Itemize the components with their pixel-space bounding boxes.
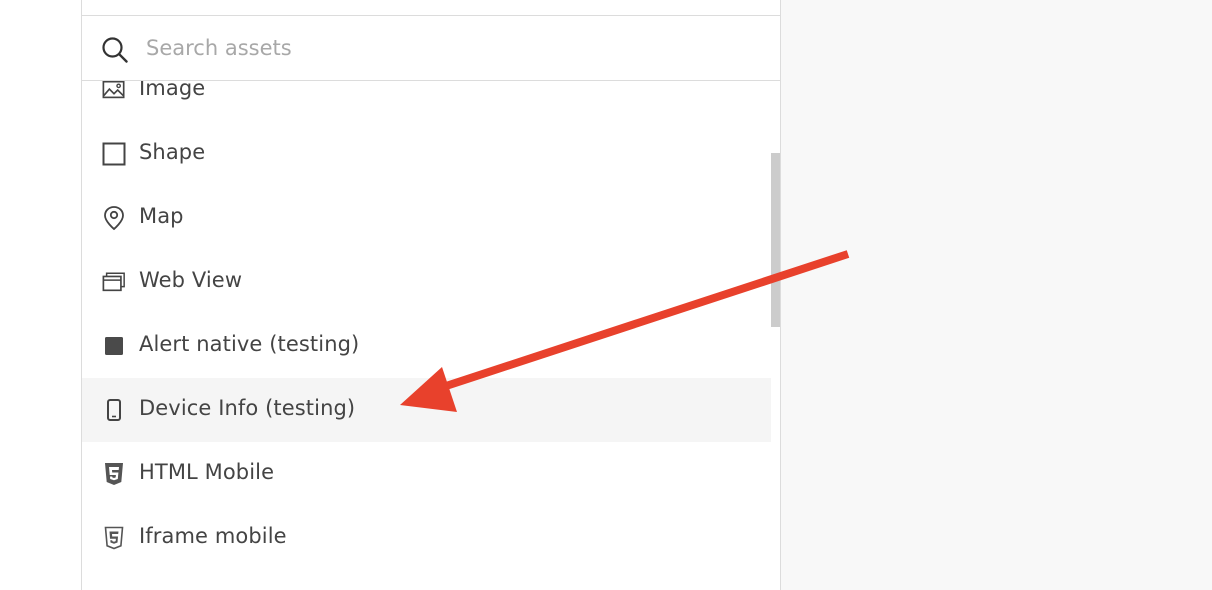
mobile-device-icon <box>102 398 126 422</box>
search-input[interactable] <box>146 30 746 66</box>
asset-item-alert-native[interactable]: Alert native (testing) <box>82 314 771 378</box>
image-icon <box>102 78 126 102</box>
asset-item-iframe-mobile[interactable]: Iframe mobile <box>82 506 771 570</box>
asset-item-map[interactable]: Map <box>82 186 771 250</box>
left-gutter <box>0 0 81 590</box>
asset-label: Iframe mobile <box>139 524 287 548</box>
asset-item-device-info[interactable]: Device Info (testing) <box>82 378 771 442</box>
asset-item-shape[interactable]: Shape <box>82 122 771 186</box>
map-pin-icon <box>102 206 126 231</box>
asset-picker-panel: Image Shape Map Web View Alert native (t… <box>81 0 781 590</box>
asset-label: HTML Mobile <box>139 460 275 484</box>
square-icon <box>102 142 126 166</box>
asset-label: Device Info (testing) <box>139 396 356 420</box>
scrollbar-thumb[interactable] <box>771 153 780 327</box>
asset-item-html-mobile[interactable]: HTML Mobile <box>82 442 771 506</box>
asset-list: Image Shape Map Web View Alert native (t… <box>82 58 771 570</box>
web-view-icon <box>102 270 126 294</box>
html5-outline-icon <box>102 526 126 550</box>
search-icon <box>101 36 129 64</box>
filled-square-icon <box>102 334 126 358</box>
asset-label: Shape <box>139 140 206 164</box>
asset-label: Map <box>139 204 184 228</box>
asset-label: Alert native (testing) <box>139 332 360 356</box>
html5-icon <box>102 462 126 486</box>
panel-header-strip <box>82 0 780 16</box>
canvas-area <box>781 0 1212 590</box>
asset-label: Web View <box>139 268 243 292</box>
asset-item-web-view[interactable]: Web View <box>82 250 771 314</box>
search-bar <box>82 16 780 81</box>
